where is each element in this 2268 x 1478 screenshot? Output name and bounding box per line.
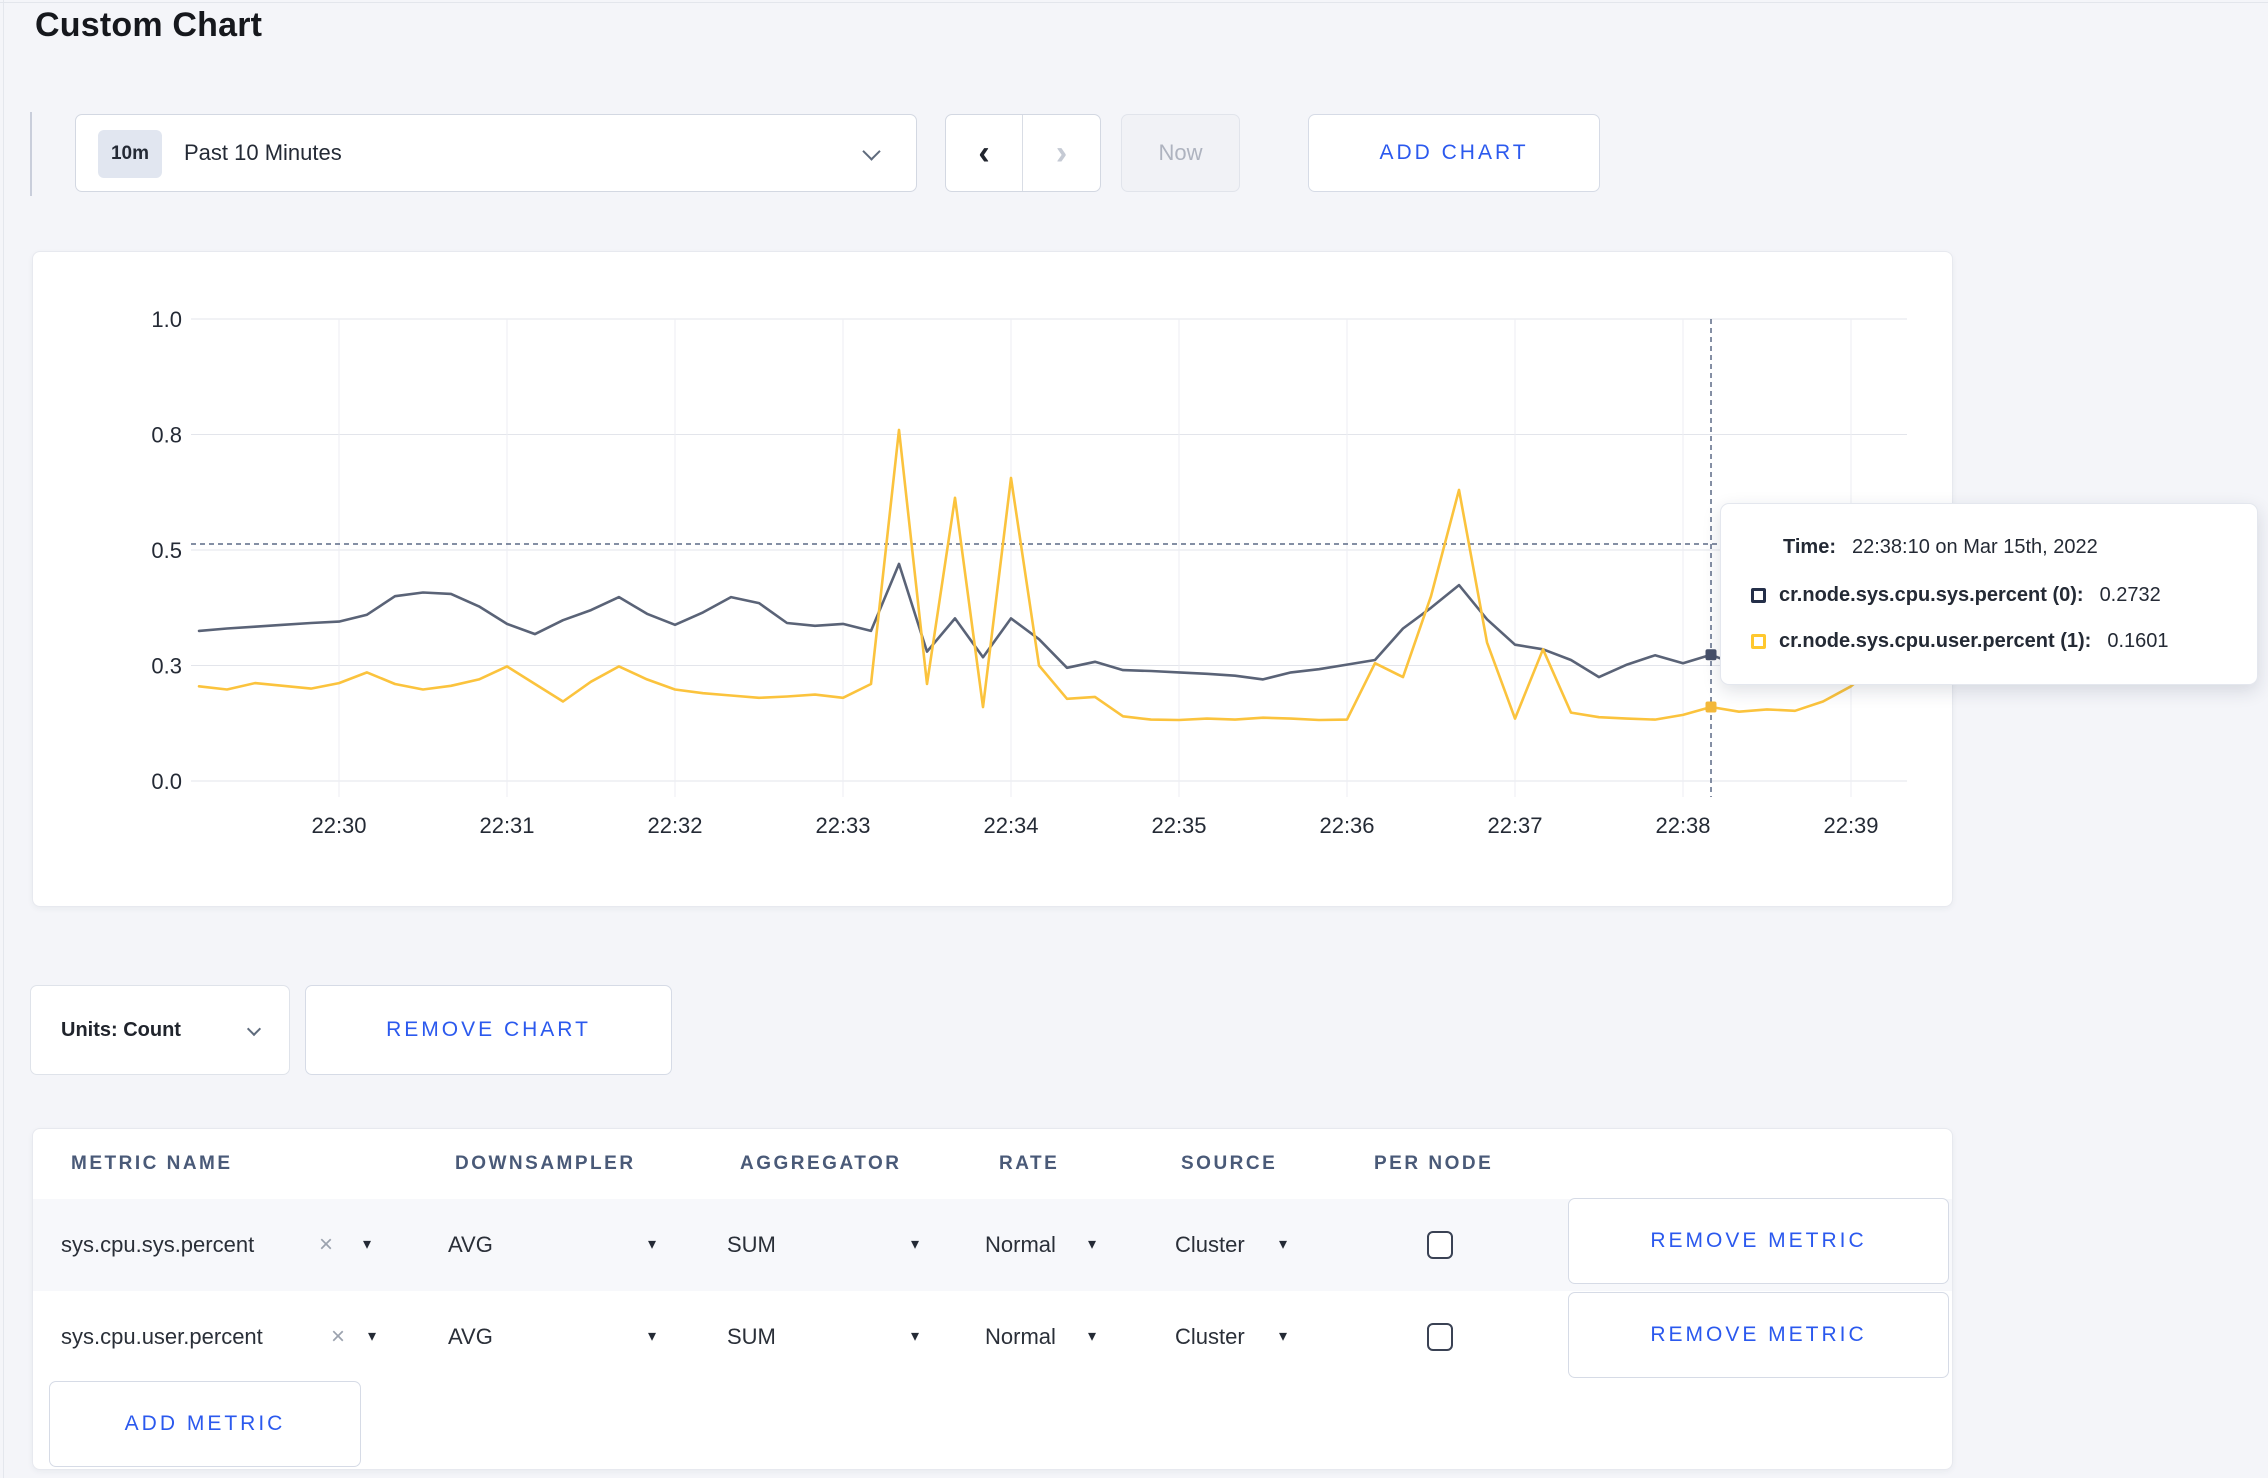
metric-dropdown-triangle-icon[interactable]: ▾	[368, 1291, 376, 1383]
remove-chart-label: REMOVE CHART	[386, 1018, 591, 1041]
rate-select[interactable]: Normal	[985, 1199, 1056, 1291]
series-line	[197, 562, 1909, 681]
time-range-dropdown[interactable]: 10m Past 10 Minutes	[75, 114, 917, 192]
downsampler-triangle-icon[interactable]: ▾	[648, 1291, 656, 1383]
add-chart-button[interactable]: ADD CHART	[1308, 114, 1600, 192]
tooltip-series-value: 0.1601	[2107, 630, 2169, 652]
tooltip-series-row: cr.node.sys.cpu.sys.percent (0): 0.2732	[1751, 584, 2161, 607]
col-header-source: SOURCE	[1181, 1153, 1278, 1174]
x-tick-label: 22:34	[983, 813, 1038, 838]
remove-metric-button[interactable]: REMOVE METRIC	[1568, 1198, 1949, 1284]
y-tick-label: 0.8	[151, 423, 182, 448]
source-select[interactable]: Cluster	[1175, 1199, 1245, 1291]
chart-hover-tooltip: Time: 22:38:10 on Mar 15th, 2022 cr.node…	[1720, 503, 2258, 685]
clear-metric-icon[interactable]: ×	[331, 1291, 345, 1383]
top-divider	[0, 2, 2268, 3]
remove-metric-label: REMOVE METRIC	[1650, 1323, 1867, 1346]
time-back-button[interactable]: ‹	[946, 115, 1023, 191]
metric-dropdown-triangle-icon[interactable]: ▾	[363, 1199, 371, 1291]
col-header-per-node: PER NODE	[1374, 1153, 1494, 1174]
add-metric-button[interactable]: ADD METRIC	[49, 1381, 361, 1467]
y-tick-label: 0.5	[151, 538, 182, 563]
units-label: Units: Count	[61, 1019, 181, 1041]
tooltip-series-row: cr.node.sys.cpu.user.percent (1): 0.1601	[1751, 630, 2169, 653]
add-metric-label: ADD METRIC	[124, 1412, 286, 1435]
tooltip-time-row: Time: 22:38:10 on Mar 15th, 2022	[1783, 536, 2098, 559]
source-triangle-icon[interactable]: ▾	[1279, 1199, 1287, 1291]
x-tick-label: 22:35	[1151, 813, 1206, 838]
col-header-aggregator: AGGREGATOR	[740, 1153, 902, 1174]
tooltip-series-label: cr.node.sys.cpu.sys.percent (0):	[1779, 584, 2084, 606]
remove-metric-label: REMOVE METRIC	[1650, 1229, 1867, 1252]
series-user-swatch-icon	[1751, 634, 1766, 649]
aggregator-triangle-icon[interactable]: ▾	[911, 1199, 919, 1291]
rate-triangle-icon[interactable]: ▾	[1088, 1199, 1096, 1291]
chevron-right-icon: ›	[1055, 133, 1068, 172]
chevron-down-icon	[862, 142, 881, 161]
chevron-down-icon	[246, 1021, 262, 1037]
page-left-border	[3, 0, 4, 1478]
remove-metric-button[interactable]: REMOVE METRIC	[1568, 1292, 1949, 1378]
per-node-checkbox[interactable]	[1427, 1323, 1453, 1351]
downsampler-select[interactable]: AVG	[448, 1199, 493, 1291]
y-tick-label: 1.0	[151, 307, 182, 332]
time-range-badge: 10m	[98, 130, 162, 178]
remove-chart-button[interactable]: REMOVE CHART	[305, 985, 672, 1075]
clear-metric-icon[interactable]: ×	[319, 1199, 333, 1291]
chart-canvas[interactable]: 1.0 0.8 0.5 0.3 0.0 22:30 22:31 22:32 22:33 22:34…	[33, 252, 1954, 908]
col-header-metric-name: METRIC NAME	[71, 1153, 233, 1174]
x-tick-label: 22:32	[647, 813, 702, 838]
x-tick-label: 22:30	[311, 813, 366, 838]
metric-name-select[interactable]: sys.cpu.sys.percent	[61, 1199, 254, 1291]
time-nav-group: ‹ ›	[945, 114, 1101, 192]
add-chart-label: ADD CHART	[1379, 141, 1529, 164]
tooltip-time-label: Time:	[1783, 536, 1836, 558]
time-forward-button[interactable]: ›	[1023, 115, 1100, 191]
rate-triangle-icon[interactable]: ▾	[1088, 1291, 1096, 1383]
per-node-checkbox[interactable]	[1427, 1231, 1453, 1259]
y-tick-label: 0.3	[151, 654, 182, 679]
aggregator-triangle-icon[interactable]: ▾	[911, 1291, 919, 1383]
downsampler-select[interactable]: AVG	[448, 1291, 493, 1383]
tooltip-series-value: 0.2732	[2099, 584, 2161, 606]
tooltip-series-label: cr.node.sys.cpu.user.percent (1):	[1779, 630, 2092, 652]
source-triangle-icon[interactable]: ▾	[1279, 1291, 1287, 1383]
x-tick-label: 22:39	[1823, 813, 1878, 838]
x-tick-label: 22:31	[479, 813, 534, 838]
downsampler-triangle-icon[interactable]: ▾	[648, 1199, 656, 1291]
crosshair-marker	[1705, 649, 1717, 661]
units-dropdown[interactable]: Units: Count	[30, 985, 290, 1075]
tooltip-time-value: 22:38:10 on Mar 15th, 2022	[1851, 536, 2098, 558]
x-tick-label: 22:37	[1487, 813, 1542, 838]
toolbar-accent-line	[30, 112, 32, 196]
aggregator-select[interactable]: SUM	[727, 1291, 776, 1383]
x-tick-label: 22:33	[815, 813, 870, 838]
crosshair-marker	[1705, 701, 1717, 713]
y-tick-label: 0.0	[151, 769, 182, 794]
rate-select[interactable]: Normal	[985, 1291, 1056, 1383]
metric-name-select[interactable]: sys.cpu.user.percent	[61, 1291, 263, 1383]
time-range-label: Past 10 Minutes	[184, 140, 342, 165]
chevron-left-icon: ‹	[978, 133, 990, 172]
metrics-table: METRIC NAME DOWNSAMPLER AGGREGATOR RATE …	[32, 1128, 1953, 1470]
series-sys-swatch-icon	[1751, 588, 1766, 603]
col-header-rate: RATE	[999, 1153, 1060, 1174]
source-select[interactable]: Cluster	[1175, 1291, 1245, 1383]
x-tick-label: 22:36	[1319, 813, 1374, 838]
now-button[interactable]: Now	[1121, 114, 1240, 192]
col-header-downsampler: DOWNSAMPLER	[455, 1153, 636, 1174]
now-button-label: Now	[1158, 140, 1203, 165]
page-title: Custom Chart	[35, 6, 263, 44]
aggregator-select[interactable]: SUM	[727, 1199, 776, 1291]
series-line	[197, 428, 1909, 722]
chart-card: 1.0 0.8 0.5 0.3 0.0 22:30 22:31 22:32 22:33 22:34…	[32, 251, 1953, 907]
x-tick-label: 22:38	[1655, 813, 1710, 838]
